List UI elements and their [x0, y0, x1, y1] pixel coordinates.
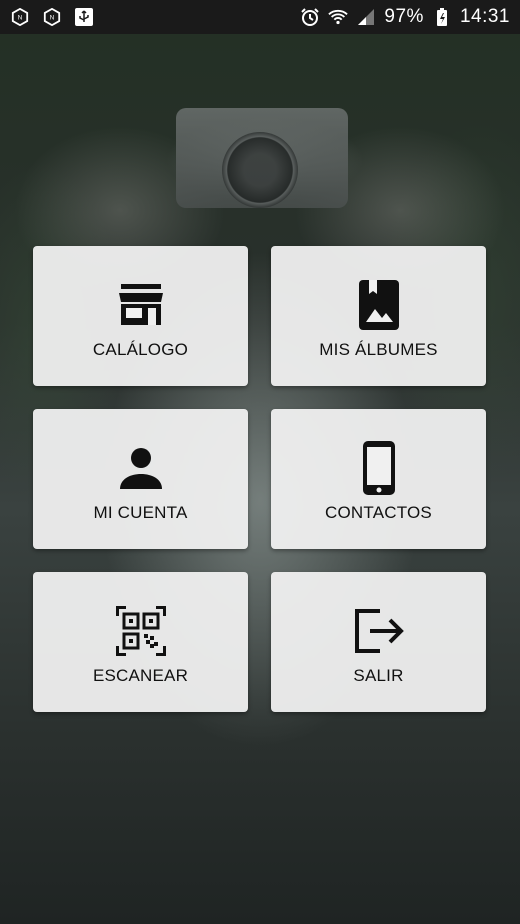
contactos-button[interactable]: CONTACTOS — [271, 409, 486, 549]
svg-text:N: N — [18, 15, 23, 22]
smartphone-icon — [354, 441, 404, 495]
catalogo-label: CALÁLOGO — [92, 340, 189, 359]
status-bar: N N 97% 14:31 — [0, 0, 520, 34]
escanear-button[interactable]: ESCANEAR — [33, 572, 248, 712]
contactos-label: CONTACTOS — [325, 503, 432, 522]
svg-text:N: N — [50, 15, 55, 22]
mis-albumes-label: MIS ÁLBUMES — [319, 340, 438, 359]
app-notification-icon: N — [10, 7, 30, 27]
clock: 14:31 — [459, 6, 510, 27]
camera-lens-photo-element — [222, 132, 298, 208]
salir-button[interactable]: SALIR — [271, 572, 486, 712]
photo-album-icon — [354, 280, 404, 330]
wifi-icon — [328, 7, 349, 27]
qr-code-icon — [115, 606, 166, 656]
store-icon — [116, 280, 166, 330]
escanear-label: ESCANEAR — [92, 666, 189, 685]
person-icon — [116, 443, 166, 493]
catalogo-button[interactable]: CALÁLOGO — [33, 246, 248, 386]
salir-label: SALIR — [353, 666, 404, 685]
alarm-icon — [300, 7, 320, 27]
logout-icon — [354, 606, 404, 656]
battery-charging-icon — [432, 7, 452, 27]
mis-albumes-button[interactable]: MIS ÁLBUMES — [271, 246, 486, 386]
mi-cuenta-button[interactable]: MI CUENTA — [33, 409, 248, 549]
battery-percent: 97% — [384, 6, 424, 27]
mi-cuenta-label: MI CUENTA — [93, 503, 188, 522]
signal-icon — [356, 7, 376, 27]
app-notification-icon: N — [42, 7, 62, 27]
usb-icon — [74, 7, 94, 27]
